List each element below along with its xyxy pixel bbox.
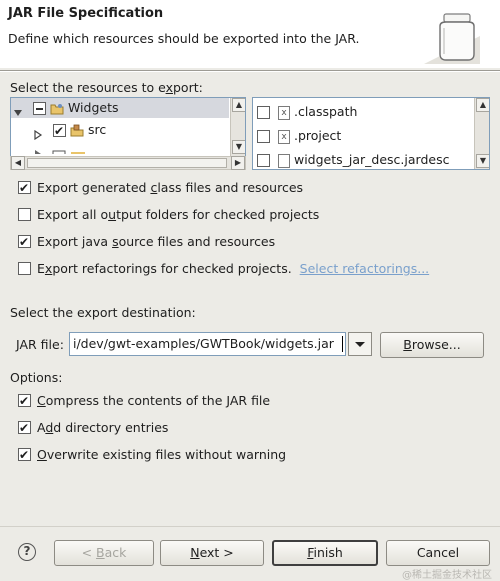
scroll-down-icon[interactable]: ▼: [232, 140, 245, 154]
project-icon: [50, 102, 64, 116]
finish-button[interactable]: Finish: [272, 540, 378, 566]
jar-file-value: i/dev/gwt-examples/GWTBook/widgets.jar: [73, 336, 334, 351]
text-caret: [342, 336, 343, 352]
export-output-folders-option[interactable]: Export all output folders for checked pr…: [18, 205, 319, 225]
file-list-item[interactable]: x .classpath: [257, 102, 357, 122]
file-checkbox[interactable]: [257, 154, 270, 167]
jar-icon: [424, 13, 480, 64]
checkbox[interactable]: [18, 208, 31, 221]
option-label: Export refactorings for checked projects…: [37, 261, 292, 276]
scroll-left-icon[interactable]: ◀: [11, 156, 25, 170]
file-checkbox[interactable]: [257, 130, 270, 143]
scroll-down-icon[interactable]: ▼: [476, 154, 489, 168]
scroll-right-icon[interactable]: ▶: [231, 156, 245, 170]
help-icon[interactable]: ?: [18, 543, 36, 561]
tree-vertical-scrollbar[interactable]: ▲ ▼: [230, 98, 245, 156]
tree-item-label: Widgets: [67, 100, 119, 115]
checkbox[interactable]: [18, 178, 31, 198]
expand-arrow-icon[interactable]: [33, 126, 43, 140]
chevron-down-icon: [355, 342, 365, 347]
footer-divider: [0, 526, 500, 527]
wizard-header: JAR File Specification Define which reso…: [0, 0, 500, 68]
file-list-vertical-scrollbar[interactable]: ▲ ▼: [474, 98, 489, 169]
tree-item-label: src: [87, 122, 107, 137]
file-icon: x: [277, 129, 290, 144]
resource-file-list[interactable]: x .classpath x .project widgets_jar_desc…: [252, 97, 490, 170]
page-title: JAR File Specification: [8, 6, 164, 21]
option-label: Export all output folders for checked pr…: [37, 207, 320, 222]
package-folder-icon: [70, 124, 84, 138]
tree-horizontal-scrollbar[interactable]: ◀ ▶: [10, 156, 246, 170]
next-button[interactable]: Next >: [160, 540, 264, 566]
option-label: Compress the contents of the JAR file: [37, 393, 271, 408]
export-refactorings-option[interactable]: Export refactorings for checked projects…: [18, 259, 429, 279]
file-list-item[interactable]: x .project: [257, 126, 341, 146]
scroll-thumb[interactable]: [27, 158, 227, 168]
file-checkbox[interactable]: [257, 106, 270, 119]
option-label: Export generated class files and resourc…: [37, 180, 304, 195]
cancel-button[interactable]: Cancel: [386, 540, 490, 566]
tree-checkbox[interactable]: [52, 121, 66, 141]
tree-item-project[interactable]: Widgets: [13, 98, 118, 118]
header-separator: [0, 70, 500, 72]
file-icon: x: [277, 105, 290, 120]
back-button[interactable]: < Back: [54, 540, 154, 566]
option-label: Export java source files and resources: [37, 234, 276, 249]
jar-file-input[interactable]: i/dev/gwt-examples/GWTBook/widgets.jar: [69, 332, 346, 356]
browse-button[interactable]: Browse...: [380, 332, 484, 358]
destination-label: Select the export destination:: [10, 305, 196, 320]
jar-file-label: JAR file:: [16, 337, 64, 352]
collapse-arrow-icon[interactable]: [13, 104, 23, 116]
checkbox[interactable]: [18, 418, 31, 438]
checkbox[interactable]: [18, 445, 31, 465]
resources-label: Select the resources to export:: [10, 80, 203, 95]
scroll-up-icon[interactable]: ▲: [232, 98, 245, 112]
tree-item-folder[interactable]: src: [33, 120, 107, 141]
overwrite-option[interactable]: Overwrite existing files without warning: [18, 445, 286, 465]
file-label: widgets_jar_desc.jardesc: [293, 152, 450, 167]
option-label: Overwrite existing files without warning: [37, 447, 287, 462]
jar-file-dropdown-button[interactable]: [348, 332, 372, 356]
resource-tree[interactable]: Widgets src ▲ ▼: [10, 97, 246, 157]
jardesc-file-icon: [277, 153, 290, 168]
file-list-item[interactable]: widgets_jar_desc.jardesc: [257, 150, 450, 169]
export-java-source-option[interactable]: Export java source files and resources: [18, 232, 275, 252]
checkbox[interactable]: [18, 262, 31, 275]
checkbox[interactable]: [18, 391, 31, 411]
compress-option[interactable]: Compress the contents of the JAR file: [18, 391, 270, 411]
option-label: Add directory entries: [37, 420, 169, 435]
page-description: Define which resources should be exporte…: [8, 31, 360, 46]
tree-row-clipped: [33, 144, 113, 154]
options-label: Options:: [10, 370, 63, 385]
watermark: @稀土掘金技术社区: [402, 570, 492, 581]
checkbox[interactable]: [18, 232, 31, 252]
tree-checkbox[interactable]: [32, 102, 46, 115]
export-class-files-option[interactable]: Export generated class files and resourc…: [18, 178, 303, 198]
select-refactorings-link[interactable]: Select refactorings...: [300, 261, 429, 276]
scroll-up-icon[interactable]: ▲: [476, 98, 489, 112]
file-label: .project: [293, 128, 342, 143]
add-directory-entries-option[interactable]: Add directory entries: [18, 418, 168, 438]
file-label: .classpath: [293, 104, 358, 119]
